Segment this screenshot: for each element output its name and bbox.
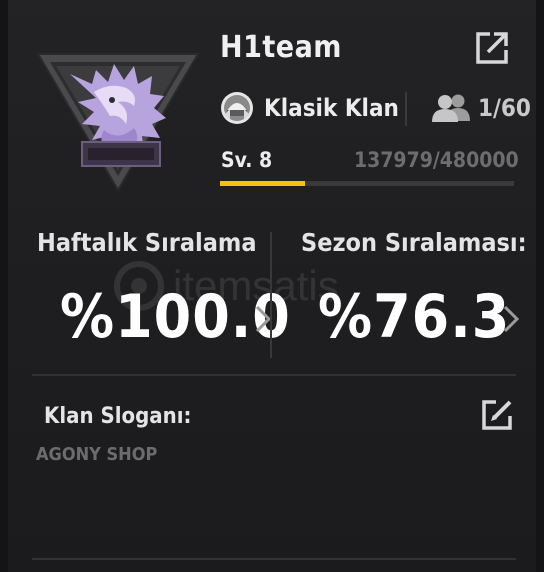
clan-info-panel: H1team Klasik Klan 1/60 Sv. 8 137979/480…: [0, 0, 544, 572]
clan-type-label: Klasik Klan: [264, 94, 399, 122]
bottom-divider: [32, 558, 516, 560]
clan-emblem[interactable]: [34, 44, 202, 192]
ranking-divider: [270, 232, 272, 358]
clan-type-badge-icon: [221, 92, 253, 124]
external-link-icon: [476, 32, 508, 64]
exp-progress-fill: [220, 181, 305, 186]
members-count-label: 1/60: [478, 94, 531, 122]
clan-exp-label: 137979/480000: [354, 148, 519, 172]
panel-frame-right: [536, 0, 544, 572]
edit-icon: [482, 400, 512, 430]
member-count[interactable]: 1/60: [430, 90, 531, 126]
season-ranking-chevron-icon[interactable]: [502, 304, 520, 334]
dragon-emblem-icon: [36, 53, 200, 192]
slogan-label: Klan Sloganı:: [44, 404, 192, 429]
divider: [405, 92, 407, 126]
weekly-ranking-title: Haftalık Sıralama: [37, 228, 257, 257]
exp-progress-bar: [220, 181, 514, 186]
season-ranking-title: Sezon Sıralaması:: [301, 228, 527, 257]
clan-name: H1team: [220, 30, 342, 65]
panel-frame-left: [0, 0, 8, 572]
slogan-text: AGONY SHOP: [36, 444, 158, 465]
season-ranking-value[interactable]: %76.3: [318, 282, 510, 352]
clan-type: Klasik Klan: [218, 90, 399, 126]
section-divider: [32, 374, 516, 376]
members-icon: [432, 94, 470, 122]
share-button[interactable]: [474, 30, 510, 66]
edit-slogan-button[interactable]: [480, 398, 516, 432]
clan-level-label: Sv. 8: [221, 148, 273, 172]
